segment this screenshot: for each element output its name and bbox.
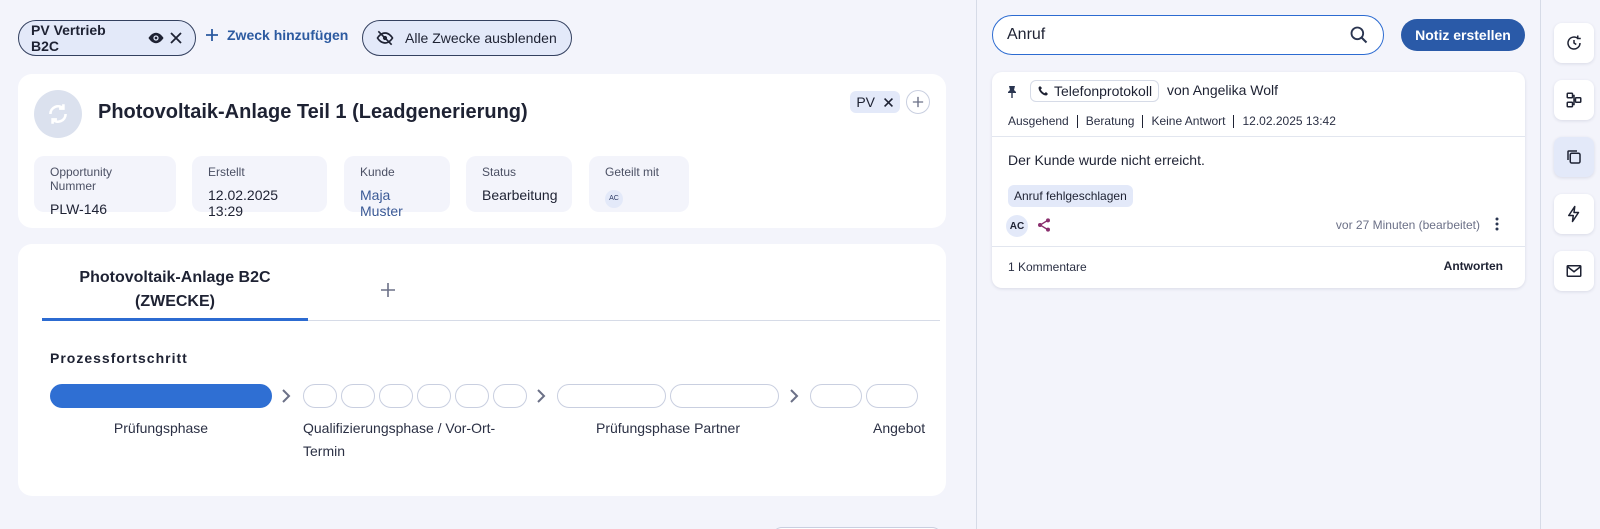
phase-step[interactable]: [557, 384, 666, 408]
customer-link[interactable]: Maja Muster: [360, 187, 434, 219]
chevron-right-icon: [535, 388, 547, 404]
note-direction: Ausgehend: [1008, 114, 1069, 128]
chevron-right-icon: [788, 388, 800, 404]
note-author: von Angelika Wolf: [1167, 82, 1279, 98]
close-icon[interactable]: [883, 97, 894, 108]
plus-icon: [912, 96, 924, 108]
pin-icon[interactable]: [1006, 85, 1018, 99]
more-options-icon[interactable]: [1495, 217, 1499, 231]
meta-label: Kunde: [360, 165, 395, 179]
eye-off-icon: [375, 28, 395, 48]
note-card: Telefonprotokoll von Angelika Wolf Ausge…: [992, 72, 1525, 288]
separator: [1233, 114, 1235, 128]
reply-button[interactable]: Antworten: [1444, 259, 1503, 273]
panel-divider: [976, 0, 977, 529]
meta-created: Erstellt 12.02.2025 13:29: [192, 156, 327, 219]
opportunity-title: Photovoltaik-Anlage Teil 1 (Leadgenerier…: [98, 101, 528, 123]
create-note-button[interactable]: Notiz erstellen: [1401, 19, 1525, 51]
meta-opportunity-number: Opportunity Nummer PLW-146: [34, 156, 176, 217]
phase-step[interactable]: [670, 384, 779, 408]
add-purpose-button[interactable]: Zweck hinzufügen: [205, 27, 348, 43]
hide-all-label: Alle Zwecke ausblenden: [405, 30, 557, 46]
hide-all-purposes-button[interactable]: Alle Zwecke ausblenden: [362, 20, 572, 56]
phase-label: Prüfungsphase: [113, 420, 209, 436]
meta-status: Status Bearbeitung: [466, 156, 572, 212]
add-tab-plus-icon[interactable]: [380, 282, 396, 298]
notes-icon[interactable]: [1554, 137, 1594, 177]
purpose-pill-label: PV Vertrieb B2C: [31, 22, 106, 54]
history-icon[interactable]: [1554, 23, 1594, 63]
workflow-icon[interactable]: [1554, 80, 1594, 120]
separator: [1142, 114, 1144, 128]
comments-count[interactable]: 1 Kommentare: [1008, 260, 1087, 274]
sync-icon: [34, 90, 82, 138]
phase-label: Qualifizierungsphase / Vor-Ort- Termin: [303, 420, 496, 459]
eye-icon[interactable]: [147, 29, 165, 47]
phase-step[interactable]: [303, 384, 337, 408]
tab-divider: [308, 320, 940, 321]
shared-user-avatar[interactable]: AC: [605, 189, 623, 208]
phase-step[interactable]: [341, 384, 375, 408]
user-avatar[interactable]: AC: [1006, 215, 1028, 237]
search-icon[interactable]: [1349, 25, 1369, 45]
meta-value: PLW-146: [50, 201, 108, 217]
meta-value: 12.02.2025 13:29: [208, 187, 279, 219]
note-result: Keine Antwort: [1151, 114, 1226, 128]
tag-chip-label: PV: [856, 94, 875, 110]
note-topic: Beratung: [1085, 114, 1135, 128]
tag-chip[interactable]: PV: [850, 91, 900, 113]
active-tab-indicator: [42, 318, 308, 321]
phase-step[interactable]: [493, 384, 527, 408]
chevron-right-icon: [280, 388, 292, 404]
note-datetime: 12.02.2025 13:42: [1242, 114, 1336, 128]
meta-customer: Kunde Maja Muster: [344, 156, 450, 219]
note-tag[interactable]: Anruf fehlgeschlagen: [1008, 185, 1133, 207]
note-timestamp: vor 27 Minuten (bearbeitet): [1335, 218, 1480, 232]
divider: [992, 246, 1525, 247]
note-body: Der Kunde wurde nicht erreicht.: [1008, 152, 1205, 168]
notes-search-field[interactable]: [992, 15, 1384, 55]
add-purpose-label: Zweck hinzufügen: [227, 27, 349, 43]
rail-divider: [1540, 0, 1541, 529]
divider: [992, 136, 1525, 137]
mail-icon[interactable]: [1554, 251, 1594, 291]
notes-search-input[interactable]: [1007, 26, 1327, 44]
phase-step[interactable]: [866, 384, 918, 408]
phase-label: Angebot: [873, 420, 926, 436]
add-tag-button[interactable]: [906, 90, 930, 114]
meta-label: Status: [482, 165, 517, 179]
opportunity-header-card: Photovoltaik-Anlage Teil 1 (Leadgenerier…: [18, 74, 946, 228]
phase-step[interactable]: [379, 384, 413, 408]
phase-step[interactable]: [455, 384, 489, 408]
meta-label: Geteilt mit: [605, 165, 660, 179]
phone-icon: [1037, 85, 1049, 97]
separator: [1076, 114, 1078, 128]
note-type-label: Telefonprotokoll: [1054, 83, 1153, 99]
process-progress-title: Prozessfortschritt: [50, 350, 188, 366]
main-area: PV Vertrieb B2C Zweck hinzufügen Alle Zw…: [0, 0, 976, 529]
note-properties: Ausgehend Beratung Keine Antwort 12.02.2…: [1008, 114, 1336, 128]
phase-step[interactable]: [810, 384, 862, 408]
phase-label: Prüfungsphase Partner: [596, 420, 740, 436]
purpose-pill[interactable]: PV Vertrieb B2C: [18, 20, 196, 56]
lightning-icon[interactable]: [1554, 194, 1594, 234]
meta-value: Bearbeitung: [482, 187, 558, 203]
note-type-chip: Telefonprotokoll: [1030, 80, 1160, 102]
close-icon[interactable]: [169, 31, 183, 45]
share-icon[interactable]: [1036, 217, 1052, 233]
meta-label: Opportunity Nummer: [50, 165, 113, 193]
phase-step-completed[interactable]: [50, 384, 272, 408]
tab-photovoltaik-b2c[interactable]: Photovoltaik-Anlage B2C (ZWECKE): [42, 266, 308, 314]
process-card: Photovoltaik-Anlage B2C (ZWECKE) Prozess…: [18, 244, 946, 496]
meta-shared-with: Geteilt mit AC: [589, 156, 689, 212]
plus-icon: [205, 28, 219, 42]
phase-step[interactable]: [417, 384, 451, 408]
meta-label: Erstellt: [208, 165, 245, 179]
